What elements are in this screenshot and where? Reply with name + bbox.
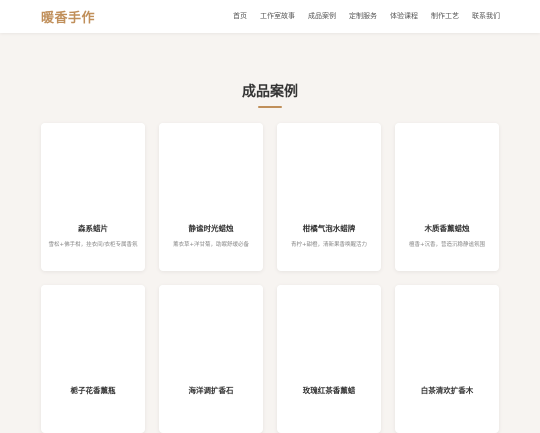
case-image xyxy=(41,285,145,375)
nav-studio-story[interactable]: 工作室故事 xyxy=(260,11,295,21)
case-description: 雪松+佛手柑，挂衣间/衣柜专属香氛 xyxy=(48,242,138,248)
nav-home[interactable]: 首页 xyxy=(233,11,247,21)
main-nav: 首页 工作室故事 成品案例 定制服务 体验课程 制作工艺 联系我们 xyxy=(220,11,500,21)
case-description: 檀香+沉香，营造沉稳静谧氛围 xyxy=(408,242,486,248)
case-card[interactable]: 静谧时光蜡烛 薰衣草+洋甘菊，助眠舒缓必备 xyxy=(159,123,263,271)
case-card[interactable]: 白茶清欢扩香木 xyxy=(395,285,499,433)
case-title: 柑橘气泡水蜡牌 xyxy=(302,224,356,233)
case-description: 薰衣草+洋甘菊，助眠舒缓必备 xyxy=(172,242,250,248)
site-header: 暖香手作 首页 工作室故事 成品案例 定制服务 体验课程 制作工艺 联系我们 xyxy=(0,0,540,33)
case-title: 静谧时光蜡烛 xyxy=(188,224,234,233)
case-image xyxy=(277,285,381,375)
case-card[interactable]: 森系蜡片 雪松+佛手柑，挂衣间/衣柜专属香氛 xyxy=(41,123,145,271)
section-title: 成品案例 xyxy=(242,84,298,100)
brand-logo[interactable]: 暖香手作 xyxy=(41,7,95,26)
nav-cases[interactable]: 成品案例 xyxy=(308,11,336,21)
case-title: 玫瑰红茶香薰蜡 xyxy=(302,386,356,395)
nav-craft[interactable]: 制作工艺 xyxy=(431,11,459,21)
case-grid: 森系蜡片 雪松+佛手柑，挂衣间/衣柜专属香氛 静谧时光蜡烛 薰衣草+洋甘菊，助眠… xyxy=(41,123,500,433)
case-image xyxy=(395,285,499,375)
nav-contact[interactable]: 联系我们 xyxy=(472,11,500,21)
case-title: 白茶清欢扩香木 xyxy=(420,386,474,395)
case-title: 栀子花香薰瓶 xyxy=(70,386,116,395)
case-image xyxy=(41,123,145,213)
case-card[interactable]: 栀子花香薰瓶 xyxy=(41,285,145,433)
case-title: 海洋调扩香石 xyxy=(188,386,234,395)
case-card[interactable]: 海洋调扩香石 xyxy=(159,285,263,433)
case-card[interactable]: 木质香薰蜡烛 檀香+沉香，营造沉稳静谧氛围 xyxy=(395,123,499,271)
case-image xyxy=(159,285,263,375)
title-underline xyxy=(258,106,282,108)
nav-courses[interactable]: 体验课程 xyxy=(390,11,418,21)
case-title: 森系蜡片 xyxy=(78,224,108,233)
case-title: 木质香薰蜡烛 xyxy=(424,224,470,233)
case-card[interactable]: 玫瑰红茶香薰蜡 xyxy=(277,285,381,433)
case-image xyxy=(277,123,381,213)
case-image xyxy=(395,123,499,213)
case-image xyxy=(159,123,263,213)
nav-custom-service[interactable]: 定制服务 xyxy=(349,11,377,21)
case-description: 青柠+甜橙，清新果香唤醒活力 xyxy=(290,242,368,248)
case-card[interactable]: 柑橘气泡水蜡牌 青柠+甜橙，清新果香唤醒活力 xyxy=(277,123,381,271)
